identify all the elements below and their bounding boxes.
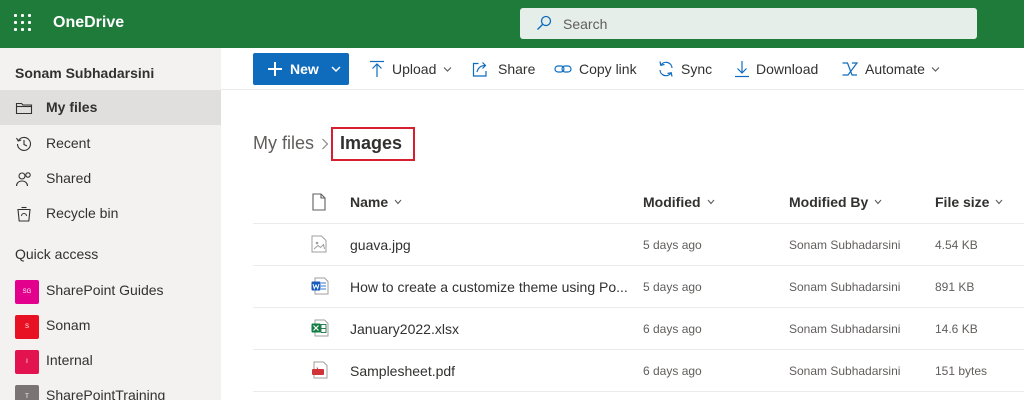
file-type-icon[interactable] [312, 193, 326, 211]
file-size: 151 bytes [935, 364, 988, 378]
copy-link-button[interactable]: Copy link [554, 48, 638, 90]
file-modified: 5 days ago [643, 280, 702, 294]
nav-item-label: Shared [46, 170, 92, 186]
chevron-down-icon [394, 199, 402, 205]
sync-button[interactable]: Sync [657, 48, 713, 90]
folder-icon [15, 102, 33, 115]
share-label: Share [498, 61, 536, 77]
file-modified-by: Sonam Subhadarsini [789, 322, 901, 336]
sync-label: Sync [681, 61, 713, 77]
nav-item-label: My files [46, 99, 98, 115]
column-header-modified-by[interactable]: Modified By [789, 194, 882, 210]
chevron-down-icon [874, 199, 882, 205]
left-navigation: Sonam Subhadarsini My files Recent Share… [0, 48, 221, 400]
pdf-file-icon [312, 361, 328, 379]
file-row[interactable]: Samplesheet.pdf 6 days ago Sonam Subhada… [253, 350, 1024, 392]
nav-item-recycle-bin[interactable]: Recycle bin [0, 196, 221, 231]
command-bar: New Upload Share Copy link Sync Download… [221, 48, 1024, 90]
quick-access-label: Internal [46, 352, 93, 368]
chevron-right-icon [322, 138, 329, 150]
new-button[interactable]: New [253, 53, 349, 85]
site-logo-icon: T [15, 385, 39, 400]
column-header-label: Name [350, 194, 389, 210]
file-list-header: Name Modified Modified By File size [253, 180, 1024, 224]
history-icon [16, 136, 32, 151]
site-logo-icon: S [15, 315, 39, 339]
automate-label: Automate [865, 61, 925, 77]
column-header-label: File size [935, 194, 990, 210]
quick-access-sonam[interactable]: S Sonam [0, 308, 221, 343]
file-name[interactable]: January2022.xlsx [350, 321, 459, 337]
nav-item-label: Recent [46, 135, 91, 151]
share-button[interactable]: Share [472, 48, 536, 90]
site-logo-icon: I [15, 350, 39, 374]
plus-icon [268, 62, 282, 76]
column-header-file-size[interactable]: File size [935, 194, 1003, 210]
word-file-icon [311, 277, 329, 295]
file-modified-by: Sonam Subhadarsini [789, 238, 901, 252]
chevron-down-icon [443, 67, 452, 72]
excel-file-icon [311, 319, 329, 337]
file-row[interactable]: How to create a customize theme using Po… [253, 266, 1024, 308]
file-modified: 6 days ago [643, 322, 702, 336]
quick-access-internal[interactable]: I Internal [0, 343, 221, 378]
automate-icon [842, 62, 859, 76]
nav-item-shared[interactable]: Shared [0, 161, 221, 196]
app-launcher-icon[interactable] [14, 14, 32, 32]
file-name[interactable]: How to create a customize theme using Po… [350, 279, 628, 295]
file-row[interactable]: guava.jpg 5 days ago Sonam Subhadarsini … [253, 224, 1024, 266]
nav-item-label: Recycle bin [46, 205, 119, 221]
file-row[interactable]: January2022.xlsx 6 days ago Sonam Subhad… [253, 308, 1024, 350]
file-name[interactable]: guava.jpg [350, 237, 411, 253]
file-name[interactable]: Samplesheet.pdf [350, 363, 455, 379]
site-logo-icon: SG [15, 280, 39, 304]
user-name: Sonam Subhadarsini [15, 65, 155, 81]
file-modified: 6 days ago [643, 364, 702, 378]
upload-button[interactable]: Upload [369, 48, 455, 90]
image-file-icon [311, 235, 327, 253]
file-modified: 5 days ago [643, 238, 702, 252]
column-header-label: Modified [643, 194, 701, 210]
recycle-bin-icon [17, 206, 31, 222]
link-icon [554, 65, 572, 73]
copy-link-label: Copy link [579, 61, 637, 77]
upload-label: Upload [392, 61, 437, 77]
search-icon [537, 15, 552, 30]
quick-access-heading: Quick access [15, 246, 99, 262]
column-header-name[interactable]: Name [350, 194, 402, 210]
quick-access-label: SharePoint Guides [46, 282, 164, 298]
automate-button[interactable]: Automate [841, 48, 943, 90]
file-size: 891 KB [935, 280, 975, 294]
file-size: 4.54 KB [935, 238, 978, 252]
share-icon [472, 62, 487, 77]
nav-item-my-files[interactable]: My files [0, 90, 221, 125]
file-modified-by: Sonam Subhadarsini [789, 280, 901, 294]
download-button[interactable]: Download [734, 48, 820, 90]
breadcrumb-my-files[interactable]: My files [253, 133, 314, 154]
quick-access-sharepoint-guides[interactable]: SG SharePoint Guides [0, 273, 221, 308]
upload-icon [370, 60, 384, 77]
column-header-label: Modified By [789, 194, 869, 210]
search-box[interactable]: Search [520, 8, 977, 39]
breadcrumb-current-folder: Images [340, 133, 403, 153]
nav-item-recent[interactable]: Recent [0, 126, 221, 161]
app-header: OneDrive Search [0, 0, 1024, 48]
download-label: Download [756, 61, 819, 77]
search-input[interactable]: Search [563, 16, 607, 32]
quick-access-label: Sonam [46, 317, 91, 333]
chevron-down-icon [996, 199, 1003, 205]
file-size: 14.6 KB [935, 322, 978, 336]
quick-access-label: SharePointTraining [46, 387, 166, 400]
new-button-label: New [290, 61, 319, 77]
sync-icon [659, 61, 673, 77]
chevron-down-icon [707, 199, 714, 205]
file-modified-by: Sonam Subhadarsini [789, 364, 901, 378]
download-icon [735, 61, 749, 78]
chevron-down-icon [931, 67, 940, 72]
quick-access-sharepoint-training[interactable]: T SharePointTraining [0, 378, 221, 400]
column-header-modified[interactable]: Modified [643, 194, 715, 210]
chevron-down-icon [331, 66, 341, 73]
people-icon [15, 172, 31, 187]
app-title[interactable]: OneDrive [53, 14, 124, 32]
